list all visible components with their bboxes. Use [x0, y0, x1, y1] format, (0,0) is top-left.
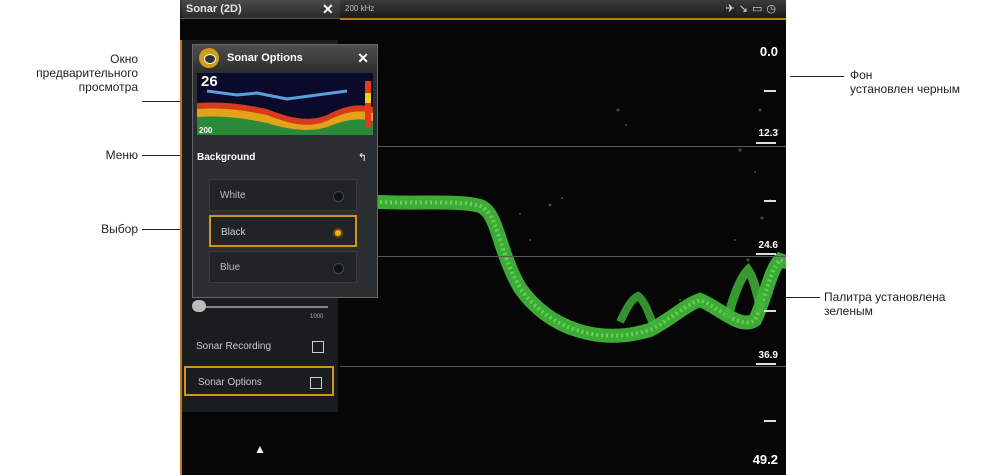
title-bar: Sonar (2D) ✕ 200 kHz ✈↘▭◷ [180, 0, 786, 19]
depth-label: 0.0 [759, 44, 778, 59]
annotation-menu: Меню [105, 148, 138, 162]
preview-window: 26 200 [197, 73, 373, 135]
dialog-title: Sonar Options [227, 52, 303, 64]
view-tab[interactable]: Sonar (2D) ✕ [182, 0, 340, 18]
depth-tick [764, 310, 776, 312]
preview-depth-top: 26 [201, 73, 218, 90]
submenu-icon [310, 377, 322, 389]
sonar-noise [519, 108, 779, 301]
option-blue[interactable]: Blue [209, 251, 357, 283]
option-label: Black [221, 227, 246, 238]
menu-item-label: Sonar Recording [196, 341, 272, 352]
radio-icon [333, 191, 344, 202]
menu-item-sonar-recording[interactable]: Sonar Recording [184, 332, 334, 362]
eye-icon [199, 48, 219, 68]
back-icon[interactable]: ↰ [358, 149, 367, 167]
accent-line [180, 412, 182, 475]
annotation-palette: Палитра установлена зеленым [824, 290, 946, 318]
option-label: White [220, 190, 246, 201]
depth-tick [756, 363, 776, 365]
option-black[interactable]: Black [209, 215, 357, 247]
menu-item-sonar-options[interactable]: Sonar Options [184, 366, 334, 396]
accent-line [340, 18, 786, 20]
depth-label: 12.3 [758, 128, 778, 139]
dialog-header: Sonar Options ✕ [193, 45, 377, 71]
slider-value: 1000 [310, 314, 324, 320]
close-icon[interactable]: ✕ [322, 0, 334, 18]
satellite-icon: ✈ [725, 3, 739, 15]
radio-icon [333, 263, 344, 274]
depth-label: 49.2 [752, 452, 778, 467]
radio-selected-icon [333, 228, 343, 238]
annotation-background: Фон установлен черным [850, 68, 961, 96]
depth-tick [764, 420, 776, 422]
preview-sonar [197, 73, 373, 135]
slider-track[interactable] [196, 306, 328, 308]
sonar-screen: 0.0 12.3 24.6 36.9 49.2 Sonar (2D) ✕ 200… [180, 0, 786, 475]
depth-tick [764, 200, 776, 202]
depth-line [340, 366, 786, 367]
depth-tick [756, 142, 776, 144]
battery-icon: ▭ [751, 3, 767, 15]
depth-label: 24.6 [758, 240, 778, 251]
submenu-icon [312, 341, 324, 353]
signal-icon: ↘ [738, 3, 752, 15]
preview-depth-bottom: 200 [199, 126, 213, 135]
view-tab-label: Sonar (2D) [186, 3, 242, 15]
close-icon[interactable]: ✕ [357, 45, 369, 71]
annotation-line [790, 76, 844, 77]
menu-item-label: Sonar Options [198, 377, 262, 388]
depth-tick [764, 90, 776, 92]
option-label: Blue [220, 262, 241, 273]
annotation-selection: Выбор [101, 222, 138, 236]
depth-tick [756, 253, 776, 255]
option-white[interactable]: White [209, 179, 357, 211]
clock-icon: ◷ [766, 3, 780, 15]
status-icons: ✈↘▭◷ [726, 1, 780, 17]
menu-title: Background [197, 152, 256, 163]
annotation-preview-window: Окно предварительного просмотра [36, 52, 138, 94]
slider-handle[interactable] [192, 300, 206, 312]
sonar-options-dialog: Sonar Options ✕ 26 200 Background ↰ Whit… [192, 44, 378, 298]
chevron-up-icon[interactable]: ▲ [254, 442, 266, 456]
depth-line [340, 256, 786, 257]
depth-label: 36.9 [758, 350, 778, 361]
frequency-label: 200 kHz [345, 4, 375, 13]
